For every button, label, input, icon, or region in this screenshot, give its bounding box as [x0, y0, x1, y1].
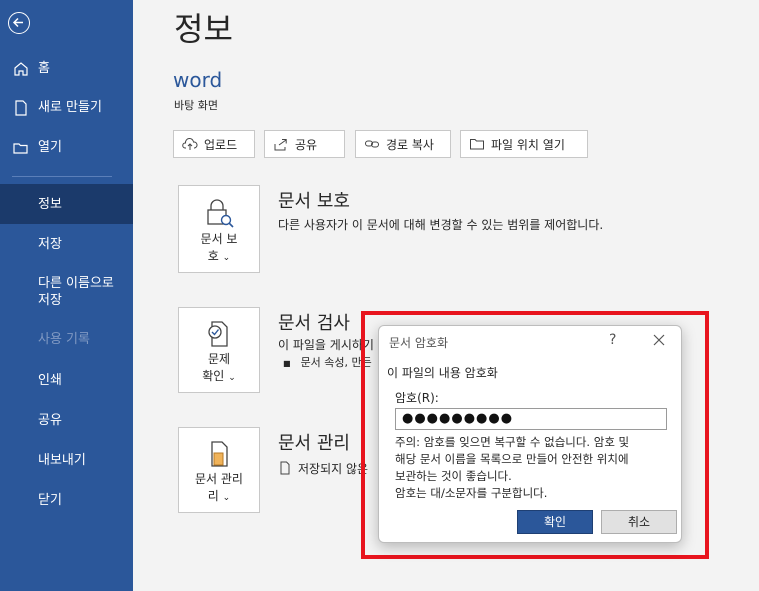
- nav-history-label: 사용 기록: [38, 332, 90, 347]
- bullet-icon: ■: [283, 359, 291, 368]
- protect-description: 다른 사용자가 이 문서에 대해 변경할 수 있는 범위를 제어합니다.: [278, 218, 604, 232]
- nav-open-label: 열기: [38, 140, 62, 155]
- nav-print-label: 인쇄: [38, 373, 62, 388]
- inspect-description: 이 파일을 게시하기: [278, 338, 374, 352]
- share-icon: [274, 139, 287, 151]
- chevron-down-icon: ⌄: [222, 253, 231, 263]
- help-button[interactable]: ?: [609, 332, 616, 348]
- nav-info-label: 정보: [38, 197, 62, 212]
- nav-close-label: 닫기: [38, 493, 62, 508]
- home-icon: [14, 62, 28, 76]
- inspect-bullet: ■ 문서 속성, 만든: [283, 354, 372, 370]
- share-label: 공유: [295, 137, 318, 152]
- manage-button-line2: 리 ⌄: [179, 487, 259, 504]
- protect-button-line2-text: 호: [207, 249, 219, 263]
- copy-path-button[interactable]: 경로 복사: [355, 130, 451, 158]
- sidebar-divider: [12, 176, 112, 177]
- manage-button-line1: 문서 관리: [195, 472, 243, 486]
- manage-document-button[interactable]: 문서 관리 리 ⌄: [178, 427, 260, 513]
- nav-info[interactable]: 정보: [0, 184, 133, 224]
- nav-save[interactable]: 저장: [0, 236, 133, 253]
- document-icon: [280, 461, 290, 475]
- folder-icon: [470, 139, 484, 150]
- link-icon: [365, 140, 379, 148]
- nav-export-label: 내보내기: [38, 453, 86, 468]
- protect-title: 문서 보호: [278, 191, 350, 212]
- nav-share[interactable]: 공유: [0, 412, 133, 429]
- page-title: 정보: [174, 10, 233, 48]
- lock-document-icon: [207, 199, 234, 228]
- document-name: word: [173, 68, 223, 92]
- close-icon[interactable]: [653, 334, 665, 346]
- dialog-subtitle: 이 파일의 내용 암호화: [387, 366, 498, 380]
- new-document-icon: [15, 100, 27, 116]
- nav-save-as-label: 다른 이름으로 저장: [38, 276, 114, 308]
- nav-home-label: 홈: [38, 61, 50, 76]
- encrypt-document-dialog: 문서 암호화 ? 이 파일의 내용 암호화 암호(R): ●●●●●●●●● 주…: [378, 325, 682, 543]
- inspect-button-line1: 문제: [207, 352, 231, 366]
- share-button[interactable]: 공유: [264, 130, 345, 158]
- ok-button[interactable]: 확인: [517, 510, 593, 534]
- chevron-down-icon: ⌄: [228, 373, 236, 383]
- nav-history: 사용 기록: [0, 331, 133, 348]
- nav-new[interactable]: 새로 만들기: [0, 99, 133, 116]
- upload-label: 업로드: [204, 137, 238, 152]
- document-location: 바탕 화면: [174, 99, 218, 112]
- manage-button-line2-text: 리: [207, 489, 219, 503]
- password-warning: 주의: 암호를 잊으면 복구할 수 없습니다. 암호 및 해당 문서 이름을 목…: [395, 434, 629, 502]
- cloud-upload-icon: [182, 138, 198, 150]
- password-field[interactable]: ●●●●●●●●●: [395, 408, 667, 430]
- nav-close[interactable]: 닫기: [0, 492, 133, 509]
- folder-icon: [13, 143, 28, 154]
- open-file-location-button[interactable]: 파일 위치 열기: [460, 130, 588, 158]
- nav-new-label: 새로 만들기: [38, 100, 102, 115]
- back-arrow-icon: [12, 17, 23, 28]
- manage-document-icon: [211, 441, 228, 467]
- nav-home[interactable]: 홈: [0, 60, 133, 77]
- copy-path-label: 경로 복사: [386, 137, 434, 152]
- open-file-location-label: 파일 위치 열기: [491, 137, 565, 152]
- protect-document-button[interactable]: 문서 보 호 ⌄: [178, 185, 260, 273]
- chevron-down-icon: ⌄: [222, 493, 231, 503]
- inspect-title: 문서 검사: [278, 313, 350, 334]
- check-issues-button[interactable]: 문제 확인 ⌄: [178, 307, 260, 393]
- manage-title: 문서 관리: [278, 433, 350, 454]
- upload-button[interactable]: 업로드: [173, 130, 255, 158]
- warning-line-1: 주의: 암호를 잊으면 복구할 수 없습니다. 암호 및: [395, 435, 630, 449]
- warning-line-4: 암호는 대/소문자를 구분합니다.: [395, 486, 548, 500]
- nav-export[interactable]: 내보내기: [0, 452, 133, 469]
- cancel-button[interactable]: 취소: [601, 510, 677, 534]
- nav-save-label: 저장: [38, 237, 62, 252]
- nav-save-as[interactable]: 다른 이름으로 저장: [0, 275, 133, 309]
- inspect-button-line2-text: 확인: [202, 369, 225, 383]
- inspect-button-line2: 확인 ⌄: [179, 367, 259, 384]
- password-label: 암호(R):: [395, 391, 439, 405]
- nav-open[interactable]: 열기: [0, 139, 133, 156]
- back-button[interactable]: [8, 12, 30, 34]
- protect-button-line1: 문서 보: [200, 232, 238, 246]
- manage-description-text: 저장되지 않은: [298, 462, 369, 476]
- nav-print[interactable]: 인쇄: [0, 372, 133, 389]
- inspect-document-icon: [208, 321, 228, 347]
- warning-line-2: 해당 문서 이름을 목록으로 만들어 안전한 위치에: [395, 452, 629, 466]
- nav-share-label: 공유: [38, 413, 62, 428]
- dialog-title: 문서 암호화: [389, 336, 449, 350]
- protect-button-line2: 호 ⌄: [179, 247, 259, 264]
- backstage-sidebar: 홈 새로 만들기 열기 정보 저장 다른 이름으로 저장 사용 기록 인쇄 공유…: [0, 0, 133, 591]
- warning-line-3: 보관하는 것이 좋습니다.: [395, 469, 512, 483]
- manage-description: 저장되지 않은: [278, 460, 368, 477]
